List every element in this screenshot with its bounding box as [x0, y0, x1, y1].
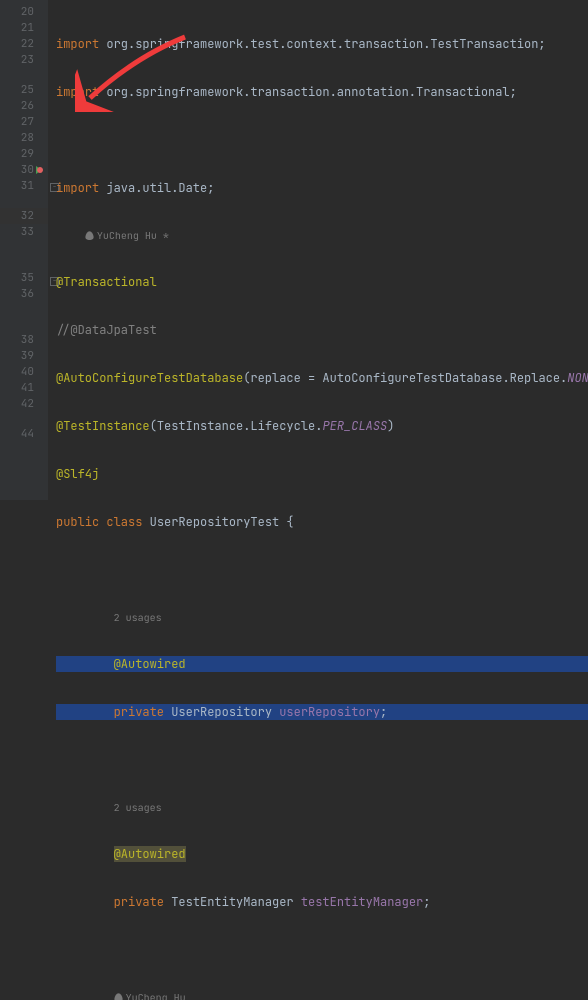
- line-number-current: 32: [0, 208, 48, 224]
- line-number: [0, 240, 48, 256]
- code-line[interactable]: public class UserRepositoryTest {: [56, 514, 588, 530]
- line-number: 27: [0, 114, 48, 130]
- code-line[interactable]: -@Transactional: [56, 274, 588, 290]
- gutter-spacer: [0, 256, 48, 270]
- line-number: 28: [0, 130, 48, 146]
- line-number: 31: [0, 178, 48, 194]
- line-number: 36: [0, 286, 48, 302]
- code-area[interactable]: import org.springframework.test.context.…: [48, 0, 588, 500]
- line-number: 26: [0, 98, 48, 114]
- gutter-spacer: [0, 68, 48, 82]
- line-number: 41: [0, 380, 48, 396]
- code-line[interactable]: @TestInstance(TestInstance.Lifecycle.PER…: [56, 418, 588, 434]
- inlay-usages[interactable]: 2 usages: [56, 800, 588, 814]
- code-line[interactable]: import org.springframework.transaction.a…: [56, 84, 588, 100]
- line-number: 39: [0, 348, 48, 364]
- breakpoint-icon[interactable]: [37, 167, 43, 173]
- code-line[interactable]: @AutoConfigureTestDatabase(replace = Aut…: [56, 370, 588, 386]
- line-number: 20: [0, 4, 48, 20]
- line-number: 42: [0, 396, 48, 412]
- gutter-spacer: [0, 318, 48, 332]
- line-number: 40: [0, 364, 48, 380]
- code-line-current[interactable]: @Autowired: [56, 656, 588, 672]
- line-number: 23: [0, 52, 48, 68]
- line-number: 30: [0, 162, 48, 178]
- code-line[interactable]: @Slf4j: [56, 466, 588, 482]
- code-line[interactable]: -import java.util.Date;: [56, 180, 588, 196]
- code-line[interactable]: [56, 132, 588, 148]
- line-number: 44: [0, 426, 48, 442]
- line-number: 33: [0, 224, 48, 240]
- line-number: 25: [0, 82, 48, 98]
- code-line[interactable]: private TestEntityManager testEntityMana…: [56, 894, 588, 910]
- line-number: 22: [0, 36, 48, 52]
- line-number: 21: [0, 20, 48, 36]
- code-line[interactable]: [56, 942, 588, 958]
- code-editor[interactable]: 20 21 22 23 25 26 27 28 29 30 31 32 33 3…: [0, 0, 588, 500]
- line-number: 29: [0, 146, 48, 162]
- line-number: 38: [0, 332, 48, 348]
- inlay-author: YuCheng Hu *: [56, 228, 588, 242]
- gutter-spacer: [0, 194, 48, 208]
- inlay-usages[interactable]: 2 usages: [56, 610, 588, 624]
- inlay-author: YuCheng Hu: [56, 990, 588, 1000]
- code-line[interactable]: @Autowired: [56, 846, 588, 862]
- gutter-spacer: [0, 412, 48, 426]
- code-line[interactable]: private UserRepository userRepository;: [56, 704, 588, 720]
- code-line[interactable]: //@DataJpaTest: [56, 322, 588, 338]
- line-number: [0, 302, 48, 318]
- code-line[interactable]: import org.springframework.test.context.…: [56, 36, 588, 52]
- line-number: 35: [0, 270, 48, 286]
- line-gutter: 20 21 22 23 25 26 27 28 29 30 31 32 33 3…: [0, 0, 48, 500]
- code-line[interactable]: [56, 752, 588, 768]
- code-line[interactable]: [56, 562, 588, 578]
